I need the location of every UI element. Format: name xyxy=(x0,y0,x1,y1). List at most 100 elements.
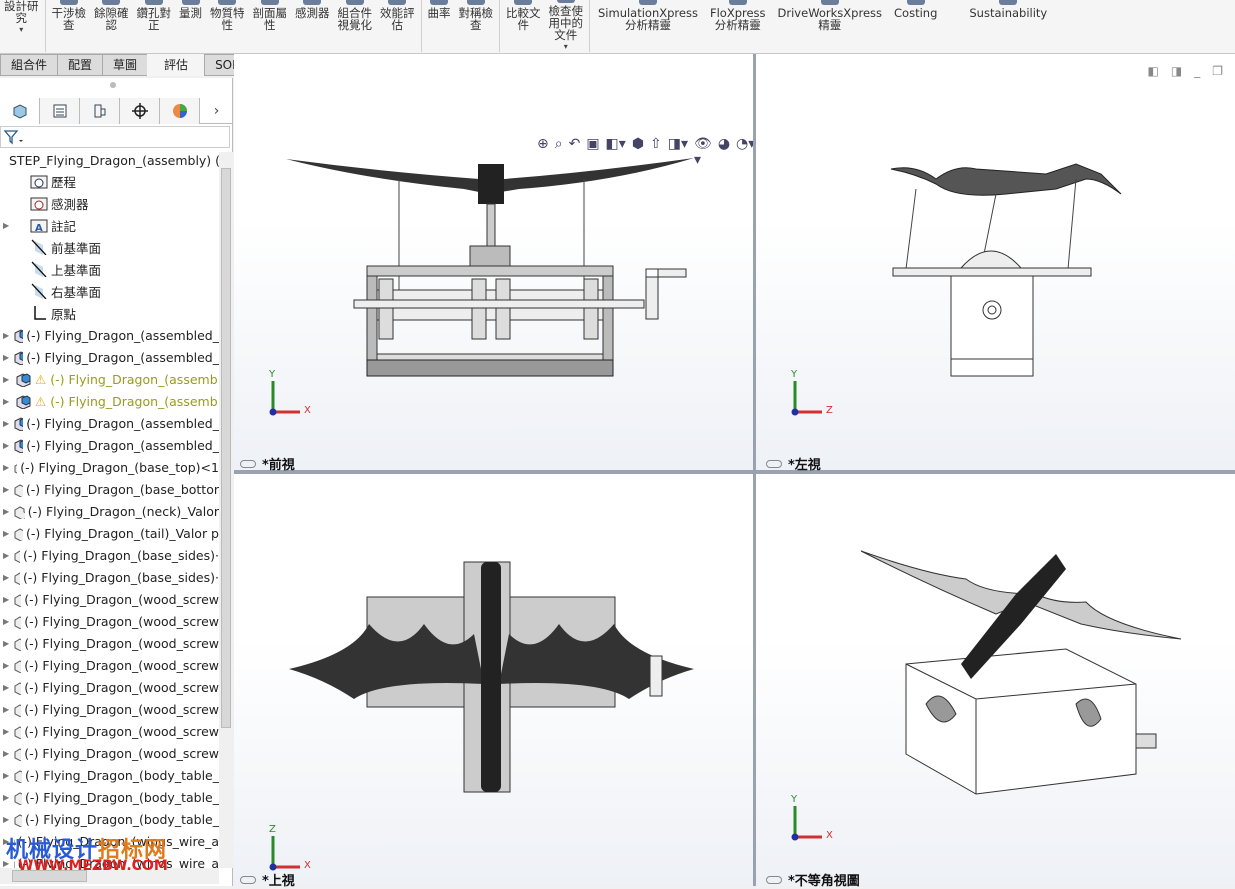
tree-item[interactable]: ▶ (-) Flying_Dragon_(body_table_ xyxy=(0,808,219,830)
previous-view-icon[interactable]: ↶ xyxy=(569,136,581,168)
tree-item[interactable]: ▶ (-) Flying_Dragon_(neck)_Valor xyxy=(0,500,219,522)
dropdown-arrow-icon[interactable]: ▾ xyxy=(19,24,23,36)
tree-item[interactable]: ▶ (-) Flying_Dragon_(wood_screw xyxy=(0,742,219,764)
expand-arrow-icon[interactable]: ▶ xyxy=(3,463,9,472)
ribbon-button-8[interactable]: 組合件 視覺化 xyxy=(334,0,377,53)
expand-arrow-icon[interactable]: ▶ xyxy=(3,771,9,780)
restore-icon[interactable]: ❐ xyxy=(1212,64,1223,78)
tree-item[interactable]: ▶ (-) Flying_Dragon_(body_table_ xyxy=(0,786,219,808)
tree-item[interactable]: ▶ (-) Flying_Dragon_(assembled_ xyxy=(0,412,219,434)
next-window-icon[interactable]: ◨ xyxy=(1171,64,1182,78)
expand-arrow-icon[interactable]: ▶ xyxy=(3,353,9,362)
viewport-top[interactable] xyxy=(234,474,753,886)
tree-item[interactable]: ▶ (-) Flying_Dragon_(wood_screw xyxy=(0,654,219,676)
expand-arrow-icon[interactable]: ▶ xyxy=(3,661,9,670)
tree-item[interactable]: ▶ (-) Flying_Dragon_(base_bottor xyxy=(0,478,219,500)
ribbon-button-15[interactable]: FloXpress 分析精靈 xyxy=(704,0,772,53)
hide-show-icon[interactable]: ⇧ xyxy=(650,136,662,168)
tree-item[interactable]: ▶ (-) Flying_Dragon_(tail)_Valor p xyxy=(0,522,219,544)
tree-item[interactable]: ▶ (-) Flying_Dragon_(assembled_ xyxy=(0,324,219,346)
tree-item[interactable]: ▶ (-) Flying_Dragon_(wood_screw xyxy=(0,676,219,698)
expand-arrow-icon[interactable]: ▶ xyxy=(3,529,9,538)
link-views-icon[interactable] xyxy=(240,459,256,468)
tree-item[interactable]: ▶ (-) Flying_Dragon_(wood_screw xyxy=(0,720,219,742)
tree-item[interactable]: ▶ (-) Flying_Dragon_(wood_screw xyxy=(0,588,219,610)
link-views-icon[interactable] xyxy=(766,875,782,884)
configuration-manager-tab[interactable] xyxy=(80,98,120,124)
tree-item[interactable]: ▶ ⚠ (-) Flying_Dragon_(assemb xyxy=(0,368,219,390)
section-view-icon[interactable]: ▣ xyxy=(586,136,599,168)
tree-item[interactable]: ▶ (-) Flying_Dragon_(assembled_ xyxy=(0,434,219,456)
feature-manager-tab[interactable] xyxy=(0,98,40,124)
expand-arrow-icon[interactable]: ▶ xyxy=(3,815,9,824)
zoom-area-icon[interactable]: ⌕ xyxy=(555,136,563,168)
expand-arrow-icon[interactable]: ▶ xyxy=(3,595,9,604)
view-orientation-icon[interactable]: ◧▾ xyxy=(606,136,626,168)
tree-item[interactable]: ▶ (-) Flying_Dragon_(wood_screw xyxy=(0,610,219,632)
expand-arrow-icon[interactable]: ▶ xyxy=(3,639,9,648)
ribbon-button-5[interactable]: 物質特 性 xyxy=(206,0,249,53)
previous-window-icon[interactable]: ◧ xyxy=(1148,64,1159,78)
ribbon-button-14[interactable]: SimulationXpress 分析精靈 xyxy=(592,0,704,53)
tree-filter[interactable] xyxy=(0,126,230,148)
panel-grip[interactable] xyxy=(110,82,116,88)
expand-arrow-icon[interactable]: ▶ xyxy=(3,375,11,384)
ribbon-button-10[interactable]: 曲率 xyxy=(424,0,455,53)
ribbon-button-7[interactable]: 感測器 xyxy=(291,0,334,53)
tab-2[interactable]: 草圖 xyxy=(102,54,149,76)
tree-item[interactable]: ▶ (-) Flying_Dragon_(wood_screw xyxy=(0,632,219,654)
expand-arrow-icon[interactable]: ▶ xyxy=(3,419,9,428)
expand-arrow-icon[interactable]: ▶ xyxy=(3,683,9,692)
tree-item[interactable]: 感測器 xyxy=(0,192,219,214)
tab-0[interactable]: 組合件 xyxy=(0,54,59,76)
ribbon-button-6[interactable]: 剖面屬 性 xyxy=(249,0,292,53)
zoom-to-fit-icon[interactable]: ⊕ xyxy=(537,136,549,168)
ribbon-button-1[interactable]: 干涉檢 查 xyxy=(48,0,91,53)
minimize-icon[interactable]: _ xyxy=(1194,64,1200,78)
property-manager-tab[interactable] xyxy=(40,98,80,124)
expand-arrow-icon[interactable]: ▶ xyxy=(3,727,9,736)
ribbon-button-18[interactable]: Sustainability xyxy=(963,0,1053,53)
link-views-icon[interactable] xyxy=(240,875,256,884)
expand-arrow-icon[interactable]: ▶ xyxy=(3,749,9,758)
tab-1[interactable]: 配置 xyxy=(57,54,104,76)
expand-arrow-icon[interactable]: ▶ xyxy=(3,573,9,582)
ribbon-button-9[interactable]: 效能評 估 xyxy=(376,0,419,53)
tree-item[interactable]: 上基準面 xyxy=(0,258,219,280)
tree-item[interactable]: ▶ (-) Flying_Dragon_(base_sides)· xyxy=(0,544,219,566)
tree-item[interactable]: ▶ (-) Flying_Dragon_(assembled_ xyxy=(0,346,219,368)
tab-3[interactable]: 評估 xyxy=(147,54,206,76)
ribbon-button-12[interactable]: 比較文 件 xyxy=(502,0,545,53)
tree-item[interactable]: ▶ ⚠ (-) Flying_Dragon_(assemb xyxy=(0,390,219,412)
tree-item[interactable]: STEP_Flying_Dragon_(assembly) (預 xyxy=(0,148,219,170)
edit-appearance-icon[interactable]: ◨▾ xyxy=(668,136,688,168)
ribbon-button-13[interactable]: 檢查使 用中的 文件 ▾ xyxy=(545,0,588,53)
expand-arrow-icon[interactable]: ▶ xyxy=(3,551,9,560)
expand-arrow-icon[interactable]: ▶ xyxy=(3,485,9,494)
tree-item[interactable]: 歷程 xyxy=(0,170,219,192)
display-manager-tab[interactable] xyxy=(160,98,200,124)
expand-arrow-icon[interactable]: ▶ xyxy=(3,507,9,516)
dimxpert-manager-tab[interactable] xyxy=(120,98,160,124)
tree-item[interactable]: 右基準面 xyxy=(0,280,219,302)
ribbon-button-0[interactable]: 設計研 究 ▾ xyxy=(0,0,43,53)
expand-arrow-icon[interactable]: ▶ xyxy=(3,441,9,450)
expand-arrow-icon[interactable]: ▶ xyxy=(3,331,9,340)
dropdown-arrow-icon[interactable]: ▾ xyxy=(564,41,568,53)
ribbon-button-3[interactable]: 鑽孔對 正 xyxy=(133,0,176,53)
tree-scroll-thumb[interactable] xyxy=(221,168,231,728)
expand-arrow-icon[interactable]: ▶ xyxy=(3,793,9,802)
display-style-icon[interactable]: ⬢ xyxy=(632,136,644,168)
expand-arrow-icon[interactable]: ▶ xyxy=(3,397,11,406)
tree-item[interactable]: ▶ (-) Flying_Dragon_(base_sides)· xyxy=(0,566,219,588)
expand-arrow-icon[interactable]: ▶ xyxy=(3,705,9,714)
expand-arrow-icon[interactable]: ▶ xyxy=(3,221,11,230)
ribbon-button-2[interactable]: 餘隙確 認 xyxy=(90,0,133,53)
ribbon-button-11[interactable]: 對稱檢 查 xyxy=(455,0,498,53)
tree-item[interactable]: ▶ (-) Flying_Dragon_(wood_screw xyxy=(0,698,219,720)
tree-item[interactable]: 原點 xyxy=(0,302,219,324)
tree-item[interactable]: ▶ (-) Flying_Dragon_(base_top)<1 xyxy=(0,456,219,478)
ribbon-button-17[interactable]: Costing xyxy=(888,0,943,53)
tree-item[interactable]: ▶ (-) Flying_Dragon_(body_table_ xyxy=(0,764,219,786)
ribbon-button-16[interactable]: DriveWorksXpress 精靈 xyxy=(772,0,888,53)
